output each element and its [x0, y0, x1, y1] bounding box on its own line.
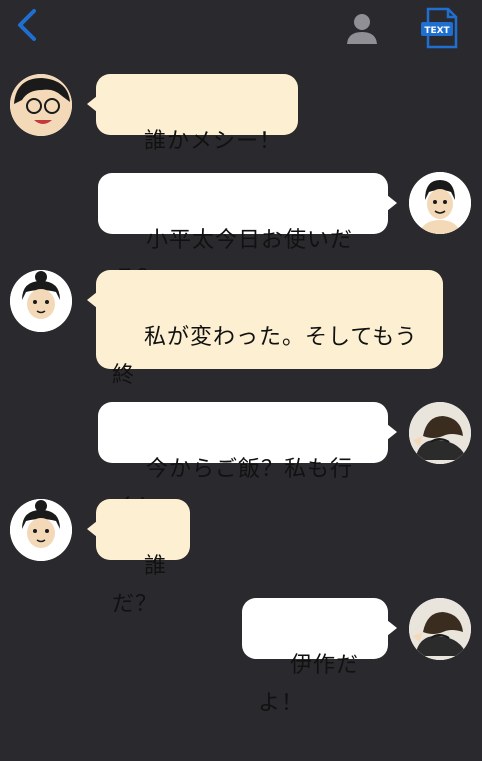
guy-glasses-avatar[interactable] — [10, 74, 72, 136]
message-bubble-1: 誰かメシー！ — [87, 74, 298, 154]
chat-log: 誰かメシー！ 小平太今日お使いだろ？ 私が変わった。そしてもう終 わっ — [0, 58, 482, 716]
message-bubble-5: 誰だ？ — [87, 499, 190, 617]
profile-button[interactable] — [344, 10, 380, 46]
message-bubble-6: 伊作だよ！ — [242, 598, 397, 716]
text-export-button[interactable]: TEXT — [418, 6, 462, 50]
message-text-1: 誰かメシー！ — [143, 129, 282, 154]
message-bubble-3: 私が変わった。そしてもう終 わったぞ — [87, 270, 443, 426]
text-document-icon: TEXT — [418, 7, 462, 54]
masked-ninja-avatar-2[interactable] — [409, 598, 471, 660]
chevron-left-icon — [15, 8, 39, 46]
message-text-6: 伊作だよ！ — [258, 653, 359, 716]
message-text-5: 誰だ？ — [112, 554, 167, 617]
girl-bun-avatar-2[interactable] — [10, 499, 72, 561]
top-bar: TEXT — [0, 0, 482, 58]
masked-ninja-avatar[interactable] — [409, 402, 471, 464]
text-icon-label: TEXT — [424, 26, 450, 36]
person-icon — [344, 14, 380, 50]
message-bubble-4: 今からご飯？私も行く！ — [98, 402, 397, 520]
boy-shirtless-avatar[interactable] — [409, 172, 471, 234]
girl-bun-avatar[interactable] — [10, 270, 72, 332]
message-bubble-2: 小平太今日お使いだろ？ — [98, 173, 397, 291]
back-button[interactable] — [10, 8, 44, 46]
